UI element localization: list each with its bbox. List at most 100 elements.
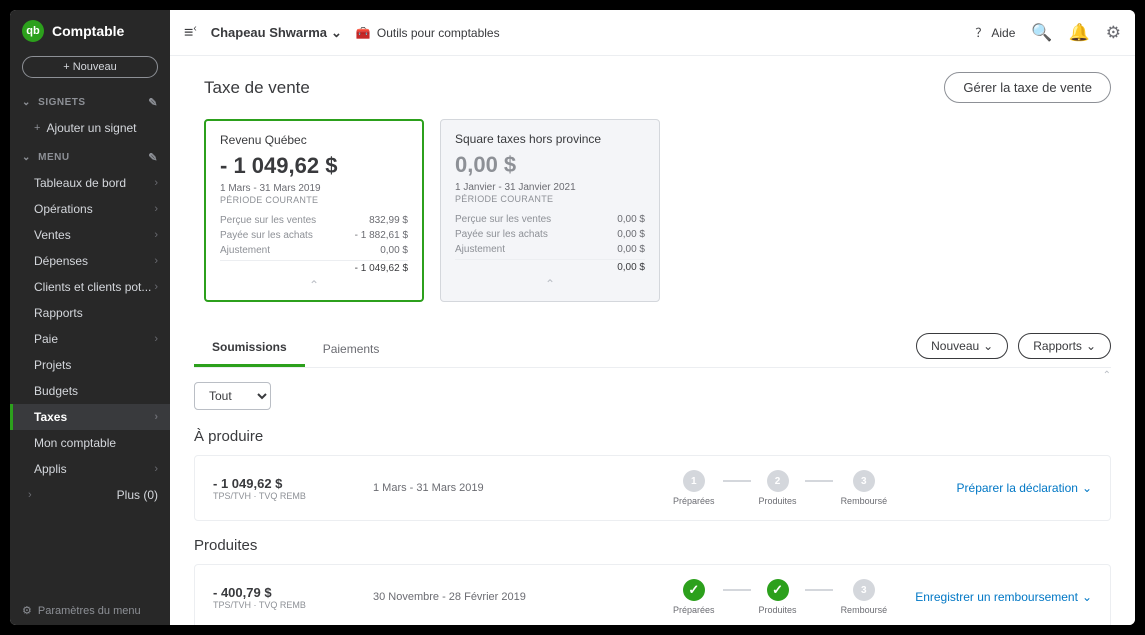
new-button-label: Nouveau bbox=[73, 61, 117, 73]
chevron-up-icon[interactable]: ⌃ bbox=[455, 277, 645, 291]
card-title: Square taxes hors province bbox=[455, 132, 645, 146]
add-bookmark[interactable]: + Ajouter un signet bbox=[10, 115, 170, 145]
nav-budgets[interactable]: Budgets bbox=[10, 378, 170, 404]
page-title: Taxe de vente bbox=[194, 78, 310, 98]
chevron-right-icon: › bbox=[28, 489, 32, 501]
check-icon: ✓ bbox=[688, 582, 699, 598]
nav-expenses[interactable]: Dépenses› bbox=[10, 248, 170, 274]
new-button[interactable]: + Nouveau bbox=[22, 56, 158, 78]
nav-dashboard[interactable]: Tableaux de bord › bbox=[10, 170, 170, 196]
action-label: Enregistrer un remboursement bbox=[915, 590, 1078, 604]
row-label: Perçue sur les ventes bbox=[455, 212, 551, 227]
nav-sales[interactable]: Ventes› bbox=[10, 222, 170, 248]
tab-actions: Nouveau⌄ Rapports⌄ bbox=[916, 333, 1111, 365]
accountant-tools[interactable]: 🧰 Outils pour comptables bbox=[356, 26, 500, 40]
filing-card: - 400,79 $ TPS/TVH · TVQ REMB 30 Novembr… bbox=[194, 564, 1111, 625]
nav-label: Tableaux de bord bbox=[34, 176, 126, 190]
card-row: Perçue sur les ventes 0,00 $ bbox=[455, 212, 645, 227]
row-value: 0,00 $ bbox=[617, 212, 645, 227]
row-label: Ajustement bbox=[455, 242, 505, 257]
nav-projects[interactable]: Projets bbox=[10, 352, 170, 378]
tab-payments[interactable]: Paiements bbox=[305, 332, 398, 366]
nav-apps[interactable]: Applis› bbox=[10, 456, 170, 482]
filing-amount: - 1 049,62 $ bbox=[213, 476, 373, 491]
nav-taxes[interactable]: Taxes› bbox=[10, 404, 170, 430]
step-label: Produites bbox=[759, 496, 797, 506]
topbar-right: ？ Aide 🔍 🔔 ⚙ bbox=[975, 23, 1121, 43]
sidebar: qb Comptable + Nouveau ⌄ SIGNETS ✎ + Ajo… bbox=[10, 10, 170, 625]
reports-label: Rapports bbox=[1033, 339, 1082, 353]
card-period: 1 Janvier - 31 Janvier 2021 bbox=[455, 182, 645, 193]
step-label: Produites bbox=[759, 605, 797, 615]
new-dropdown[interactable]: Nouveau⌄ bbox=[916, 333, 1008, 359]
tax-card-revenu-quebec[interactable]: Revenu Québec - 1 049,62 $ 1 Mars - 31 M… bbox=[204, 119, 424, 302]
row-value: 832,99 $ bbox=[369, 213, 408, 228]
card-amount: - 1 049,62 $ bbox=[220, 153, 408, 179]
menu-settings-label: Paramètres du menu bbox=[38, 605, 141, 617]
help-button[interactable]: ？ Aide bbox=[975, 24, 1015, 41]
nav-label: Mon comptable bbox=[34, 436, 116, 450]
nav-myaccountant[interactable]: Mon comptable bbox=[10, 430, 170, 456]
chevron-up-icon[interactable]: ⌃ bbox=[220, 278, 408, 292]
filing-subtitle: TPS/TVH · TVQ REMB bbox=[213, 491, 373, 501]
page-header: Taxe de vente Gérer la taxe de vente bbox=[194, 72, 1111, 103]
chevron-down-icon: ⌄ bbox=[1082, 590, 1092, 604]
gear-icon: ⚙ bbox=[22, 604, 32, 617]
prepare-return-button[interactable]: Préparer la déclaration ⌄ bbox=[957, 481, 1092, 495]
gear-icon[interactable]: ⚙ bbox=[1106, 23, 1121, 43]
record-refund-button[interactable]: Enregistrer un remboursement ⌄ bbox=[915, 590, 1092, 604]
tab-submissions[interactable]: Soumissions bbox=[194, 330, 305, 367]
bookmarks-header[interactable]: ⌄ SIGNETS ✎ bbox=[10, 90, 170, 115]
hamburger-icon[interactable]: ≡‹ bbox=[184, 23, 197, 42]
tabs-row: Soumissions Paiements Nouveau⌄ Rapports⌄… bbox=[194, 330, 1111, 368]
step-prepared-icon: 1 bbox=[683, 470, 705, 492]
filing-steps: 1Préparées 2Produites 3Remboursé bbox=[673, 470, 887, 506]
filing-subtitle: TPS/TVH · TVQ REMB bbox=[213, 600, 373, 610]
logo-row: qb Comptable bbox=[10, 10, 170, 52]
manage-tax-button[interactable]: Gérer la taxe de vente bbox=[944, 72, 1111, 103]
menu-header[interactable]: ⌄ MENU ✎ bbox=[10, 145, 170, 170]
section-done: Produites bbox=[194, 537, 1111, 554]
scroll-up-icon[interactable]: ⌃ bbox=[1103, 370, 1111, 381]
filter-row: Tout bbox=[194, 368, 1111, 428]
nav-clients[interactable]: Clients et clients pot...› bbox=[10, 274, 170, 300]
chevron-down-icon: ⌄ bbox=[1082, 481, 1092, 495]
chevron-right-icon: › bbox=[154, 203, 158, 215]
bell-icon[interactable]: 🔔 bbox=[1069, 23, 1090, 43]
nav-label: Projets bbox=[34, 358, 71, 372]
nav-plus[interactable]: › Plus (0) bbox=[10, 482, 170, 508]
pencil-icon[interactable]: ✎ bbox=[148, 151, 158, 164]
nav-label: Dépenses bbox=[34, 254, 88, 268]
nav-label: Opérations bbox=[34, 202, 93, 216]
step-refunded-icon: 3 bbox=[853, 579, 875, 601]
row-label: Perçue sur les ventes bbox=[220, 213, 316, 228]
nav-reports[interactable]: Rapports bbox=[10, 300, 170, 326]
filing-left: - 400,79 $ TPS/TVH · TVQ REMB bbox=[213, 585, 373, 610]
step-line bbox=[805, 480, 833, 482]
row-label: Ajustement bbox=[220, 243, 270, 258]
action-label: Préparer la déclaration bbox=[957, 481, 1078, 495]
reports-dropdown[interactable]: Rapports⌄ bbox=[1018, 333, 1111, 359]
search-icon[interactable]: 🔍 bbox=[1031, 23, 1052, 43]
menu-settings[interactable]: ⚙ Paramètres du menu bbox=[10, 596, 170, 625]
filing-amount: - 400,79 $ bbox=[213, 585, 373, 600]
pencil-icon[interactable]: ✎ bbox=[148, 96, 158, 109]
card-period-label: PÉRIODE COURANTE bbox=[220, 195, 408, 205]
card-row: Ajustement0,00 $ bbox=[455, 242, 645, 257]
step-refunded-icon: 3 bbox=[853, 470, 875, 492]
filing-steps: ✓Préparées ✓Produites 3Remboursé bbox=[673, 579, 887, 615]
nav-label: Paie bbox=[34, 332, 58, 346]
nav-operations[interactable]: Opérations › bbox=[10, 196, 170, 222]
plus-icon: + bbox=[34, 122, 40, 134]
card-total: - 1 049,62 $ bbox=[220, 260, 408, 274]
step-line bbox=[723, 589, 751, 591]
filter-select[interactable]: Tout bbox=[194, 382, 271, 410]
nav-label: Plus (0) bbox=[117, 488, 158, 502]
row-label: Payée sur les achats bbox=[220, 228, 313, 243]
check-icon: ✓ bbox=[772, 582, 783, 598]
nav-payroll[interactable]: Paie› bbox=[10, 326, 170, 352]
topbar: ≡‹ Chapeau Shwarma ⌄ 🧰 Outils pour compt… bbox=[170, 10, 1135, 56]
chevron-right-icon: › bbox=[154, 177, 158, 189]
tax-card-square[interactable]: Square taxes hors province 0,00 $ 1 Janv… bbox=[440, 119, 660, 302]
company-switcher[interactable]: Chapeau Shwarma ⌄ bbox=[211, 25, 342, 41]
